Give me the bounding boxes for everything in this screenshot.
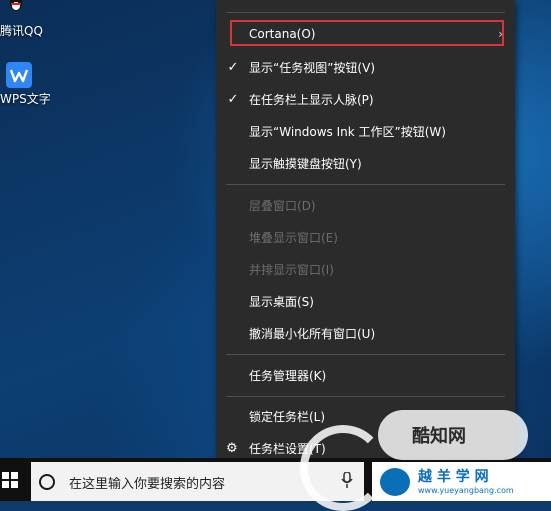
menu-separator	[226, 184, 505, 185]
menu-item-undo-minimize[interactable]: 撤消最小化所有窗口(U)	[216, 321, 515, 347]
watermark-bar-title: 越 羊 学 网	[418, 469, 489, 485]
checkmark-icon: ✓	[227, 92, 239, 107]
menu-item-label: 撤消最小化所有窗口(U)	[249, 327, 376, 341]
menu-item-label: 并排显示窗口(I)	[249, 263, 334, 277]
menu-item-label: 显示触摸键盘按钮(Y)	[249, 157, 362, 171]
menu-item-label: 显示“Windows Ink 工作区”按钮(W)	[249, 125, 446, 139]
start-button[interactable]	[0, 458, 24, 501]
menu-item-side-by-side: 并排显示窗口(I)	[216, 257, 515, 283]
menu-item-task-manager[interactable]: 任务管理器(K)	[216, 363, 515, 389]
watermark-logo-icon	[380, 468, 410, 496]
menu-item-show-desktop[interactable]: 显示桌面(S)	[216, 289, 515, 315]
taskbar-context-menu: Cortana(O) › ✓ 显示“任务视图”按钮(V) ✓ 在任务栏上显示人脉…	[216, 0, 515, 465]
menu-item-stack-windows: 堆叠显示窗口(E)	[216, 225, 515, 251]
menu-separator	[226, 396, 505, 397]
menu-item-cascade-windows: 层叠窗口(D)	[216, 193, 515, 219]
menu-item-label: 显示桌面(S)	[249, 295, 314, 309]
menu-item-touch-keyboard[interactable]: 显示触摸键盘按钮(Y)	[216, 151, 515, 177]
menu-item-show-task-view[interactable]: ✓ 显示“任务视图”按钮(V)	[216, 55, 515, 81]
menu-item-show-people[interactable]: ✓ 在任务栏上显示人脉(P)	[216, 87, 515, 113]
desktop-icon-qq[interactable]: 腾讯QQ	[0, 0, 70, 39]
checkmark-icon: ✓	[227, 60, 239, 75]
menu-item-windows-ink[interactable]: 显示“Windows Ink 工作区”按钮(W)	[216, 119, 515, 145]
cortana-icon	[39, 474, 55, 490]
menu-separator	[226, 354, 505, 355]
menu-item-label: 层叠窗口(D)	[249, 199, 316, 213]
menu-separator	[226, 12, 505, 13]
menu-item-label: 堆叠显示窗口(E)	[249, 231, 338, 245]
desktop-icon-label: WPS文字	[0, 92, 51, 106]
watermark-bar-url: www.yueyangbang.com	[418, 486, 514, 495]
menu-item-label: 任务管理器(K)	[249, 369, 327, 383]
menu-item-label: 显示“任务视图”按钮(V)	[249, 61, 376, 75]
menu-item-label: 锁定任务栏(L)	[249, 410, 326, 424]
desktop-icon-label: 腾讯QQ	[0, 24, 43, 38]
search-placeholder: 在这里输入你要搜索的内容	[69, 477, 226, 492]
highlight-box	[230, 20, 504, 46]
desktop-icon-wps[interactable]: WPS文字	[0, 62, 70, 107]
watermark-badge-text: 酷知网	[412, 426, 466, 447]
menu-item-label: 在任务栏上显示人脉(P)	[249, 93, 374, 107]
qq-icon	[6, 0, 32, 20]
wps-writer-icon	[6, 62, 32, 88]
watermark-bar: 越 羊 学 网 www.yueyangbang.com	[372, 462, 551, 501]
windows-logo-icon	[2, 472, 18, 488]
